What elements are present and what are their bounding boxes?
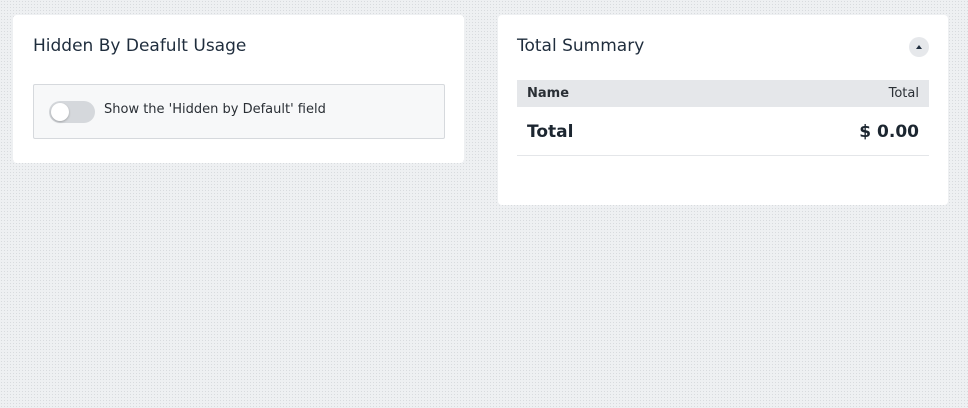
hidden-card-title: Hidden By Deafult Usage — [33, 36, 247, 56]
column-header-name: Name — [527, 86, 570, 101]
table-header: Name Total — [517, 80, 929, 107]
summary-card-title: Total Summary — [517, 36, 645, 56]
hidden-field-toggle-row: Show the 'Hidden by Default' field — [33, 84, 445, 139]
collapse-button[interactable] — [909, 37, 929, 57]
table-row: Total $ 0.00 — [517, 107, 929, 156]
toggle-label: Show the 'Hidden by Default' field — [104, 102, 326, 117]
hidden-by-default-card: Hidden By Deafult Usage Show the 'Hidden… — [13, 15, 464, 163]
total-summary-card: Total Summary Name Total Total $ 0.00 — [498, 15, 948, 205]
summary-table: Name Total Total $ 0.00 — [517, 80, 929, 156]
column-header-total: Total — [888, 86, 919, 101]
row-total-cell: $ 0.00 — [859, 122, 919, 142]
row-name-cell: Total — [527, 122, 574, 142]
toggle-knob — [51, 103, 69, 121]
hidden-by-default-toggle[interactable] — [49, 101, 95, 123]
caret-up-icon — [916, 45, 922, 49]
